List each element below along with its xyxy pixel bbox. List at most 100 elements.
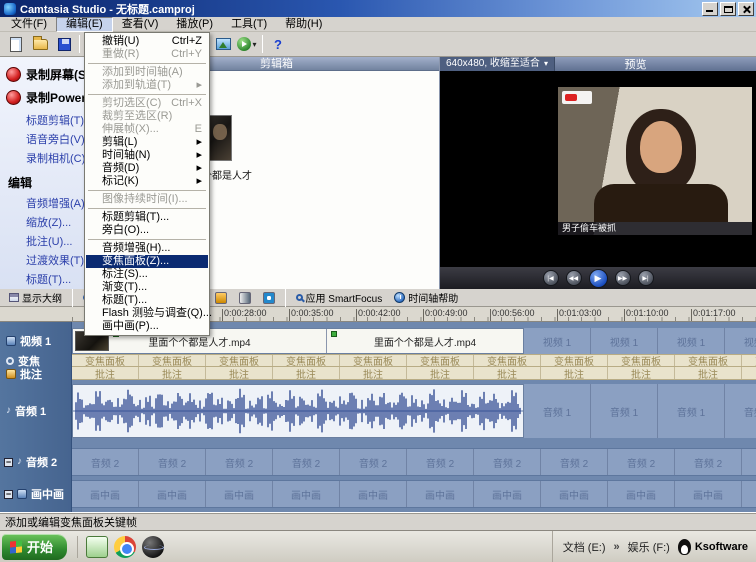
maximize-button[interactable] xyxy=(720,2,736,16)
track-placeholder-label: 变焦面板 xyxy=(675,355,742,366)
menu-item[interactable]: 标题剪辑(T)... xyxy=(86,211,208,224)
menubar-item[interactable]: 查看(V) xyxy=(113,17,168,32)
toolbar-separator xyxy=(262,35,263,53)
track-placeholder-label: 批注 xyxy=(139,367,206,379)
menu-item[interactable]: 剪辑(L)▸ xyxy=(86,136,208,149)
audio-clip[interactable] xyxy=(72,384,524,438)
menu-item[interactable]: 变焦面板(Z)... xyxy=(86,255,208,268)
track-placeholder-label: 画中画 xyxy=(742,481,756,507)
menubar-item[interactable]: 文件(F) xyxy=(2,17,56,32)
tray-item[interactable]: 娱乐 (F:) xyxy=(628,539,670,555)
menu-item[interactable]: 图像持续时间(I)... xyxy=(86,193,208,206)
track-placeholder-label: 视频 1 xyxy=(591,328,658,354)
collapse-pip-button[interactable]: − xyxy=(4,490,13,499)
menu-item[interactable]: 时间轴(N)▸ xyxy=(86,149,208,162)
volume-icon xyxy=(215,292,227,304)
menu-item[interactable]: 添加到时间轴(A) xyxy=(86,66,208,79)
pip-track-icon xyxy=(17,489,27,499)
callout-track[interactable]: 批注批注批注批注批注批注批注批注批注批注批注 xyxy=(72,367,756,380)
taskbar-tray: 文档 (E:)»娱乐 (F:) Ksoftware xyxy=(552,531,756,562)
save-project-button[interactable] xyxy=(52,34,76,55)
keyframe-dot[interactable] xyxy=(331,331,337,337)
tray-item[interactable]: 文档 (E:) xyxy=(563,539,606,555)
penguin-logo-icon xyxy=(678,539,691,555)
new-project-button[interactable] xyxy=(4,34,28,55)
menu-item[interactable]: 裁剪至选区(R) xyxy=(86,110,208,123)
track-label-callout: 批注 xyxy=(0,367,72,380)
track-placeholder-label: 视频 1 xyxy=(658,328,725,354)
video-clip-segment[interactable]: 里面个个都是人才.mp4 xyxy=(327,329,523,353)
apply-smartfocus-button[interactable]: 应用 SmartFocus xyxy=(291,290,388,306)
menubar-item[interactable]: 播放(P) xyxy=(167,17,222,32)
fade-button[interactable] xyxy=(234,290,256,306)
record-icon xyxy=(6,90,21,105)
track-placeholder-label: 批注 xyxy=(675,367,742,379)
quick-launch-app-icon[interactable] xyxy=(86,536,108,558)
menu-item[interactable]: 画中画(P)... xyxy=(86,320,208,333)
open-project-button[interactable] xyxy=(28,34,52,55)
toolbar-separator xyxy=(72,289,73,307)
video-watermark xyxy=(562,91,592,104)
audio-note-icon: ♪ xyxy=(6,406,11,416)
track-placeholder-label: 批注 xyxy=(273,367,340,379)
track-placeholder-label: 画中画 xyxy=(608,481,675,507)
menubar-item[interactable]: 帮助(H) xyxy=(276,17,331,32)
chevron-icon[interactable]: » xyxy=(614,541,620,553)
preview-panel: 640x480, 收缩至适合▾ 预览 男子偷车被抓 |◀◀◀▶▶▶▶| xyxy=(440,57,756,289)
preview-size-select[interactable]: 640x480, 收缩至适合▾ xyxy=(440,57,555,71)
help-button[interactable]: ? xyxy=(266,34,290,55)
menu-item[interactable]: 音频(D)▸ xyxy=(86,162,208,175)
play-button[interactable]: ▶ xyxy=(589,269,608,288)
track-placeholder-label: 画中画 xyxy=(139,481,206,507)
track-placeholder-label: 批注 xyxy=(608,367,675,379)
ruler-label: 0:01:17:00 xyxy=(693,308,736,318)
produce-share-button[interactable]: ▾ xyxy=(235,34,259,55)
toolbar-separator xyxy=(285,289,286,307)
menu-item[interactable]: 音频增强(H)... xyxy=(86,242,208,255)
import-media-button[interactable] xyxy=(211,34,235,55)
skip-start-button[interactable]: |◀ xyxy=(543,270,559,286)
zoom-track[interactable]: 变焦面板变焦面板变焦面板变焦面板变焦面板变焦面板变焦面板变焦面板变焦面板变焦面板… xyxy=(72,354,756,367)
menu-item[interactable]: 重做(R)Ctrl+Y xyxy=(86,48,208,61)
menubar-item[interactable]: 工具(T) xyxy=(222,17,276,32)
show-outline-button[interactable]: 显示大纲 xyxy=(4,290,67,306)
produce-dropdown-arrow[interactable]: ▾ xyxy=(252,40,256,49)
track-placeholder-label: 音频 2 xyxy=(608,449,675,475)
collapse-audio2-button[interactable]: − xyxy=(4,458,13,467)
minimize-button[interactable] xyxy=(702,2,718,16)
menu-item[interactable]: 标记(K)▸ xyxy=(86,175,208,188)
volume-button[interactable] xyxy=(210,290,232,306)
pip-track[interactable]: 画中画画中画画中画画中画画中画画中画画中画画中画画中画画中画画中画 xyxy=(72,480,756,508)
menu-item[interactable]: 伸展帧(X)...E xyxy=(86,123,208,136)
title-bar[interactable]: Camtasia Studio - 无标题.camproj xyxy=(0,0,756,17)
browser-globe-icon[interactable] xyxy=(142,536,164,558)
menu-item[interactable]: 撤销(U)Ctrl+Z xyxy=(86,35,208,48)
menu-separator xyxy=(88,190,206,191)
skip-end-button[interactable]: ▶| xyxy=(638,270,654,286)
menu-item[interactable]: 添加到轨道(T)▸ xyxy=(86,79,208,92)
menu-separator xyxy=(88,208,206,209)
track-placeholder-label: 批注 xyxy=(541,367,608,379)
menu-item[interactable]: 标注(S)... xyxy=(86,268,208,281)
menu-item[interactable]: Flash 测验与调查(Q)... xyxy=(86,307,208,320)
menubar-item[interactable]: 编辑(E) xyxy=(56,17,113,32)
chrome-icon[interactable] xyxy=(114,536,136,558)
track-placeholder-label: 音频 2 xyxy=(742,449,756,475)
start-button[interactable]: 开始 xyxy=(2,534,67,560)
track-placeholder-label: 批注 xyxy=(72,367,139,379)
produce-icon xyxy=(237,37,251,51)
timeline-help-button[interactable]: 时间轴帮助 xyxy=(389,290,463,306)
speed-button[interactable] xyxy=(258,290,280,306)
audio2-track[interactable]: 音频 2音频 2音频 2音频 2音频 2音频 2音频 2音频 2音频 2音频 2… xyxy=(72,448,756,476)
track-placeholder-label: 音频 2 xyxy=(474,449,541,475)
edit-menu: 撤销(U)Ctrl+Z重做(R)Ctrl+Y 添加到时间轴(A)添加到轨道(T)▸… xyxy=(84,32,210,336)
forward-button[interactable]: ▶▶ xyxy=(615,270,631,286)
rewind-button[interactable]: ◀◀ xyxy=(566,270,582,286)
menu-item[interactable]: 旁白(O)... xyxy=(86,224,208,237)
close-button[interactable] xyxy=(738,2,754,16)
menu-item[interactable]: 剪切选区(C)Ctrl+X xyxy=(86,97,208,110)
track-placeholder-label: 音频 2 xyxy=(72,449,139,475)
track-placeholder-label: 画中画 xyxy=(206,481,273,507)
menu-item[interactable]: 渐变(T)... xyxy=(86,281,208,294)
menu-item[interactable]: 标题(T)... xyxy=(86,294,208,307)
